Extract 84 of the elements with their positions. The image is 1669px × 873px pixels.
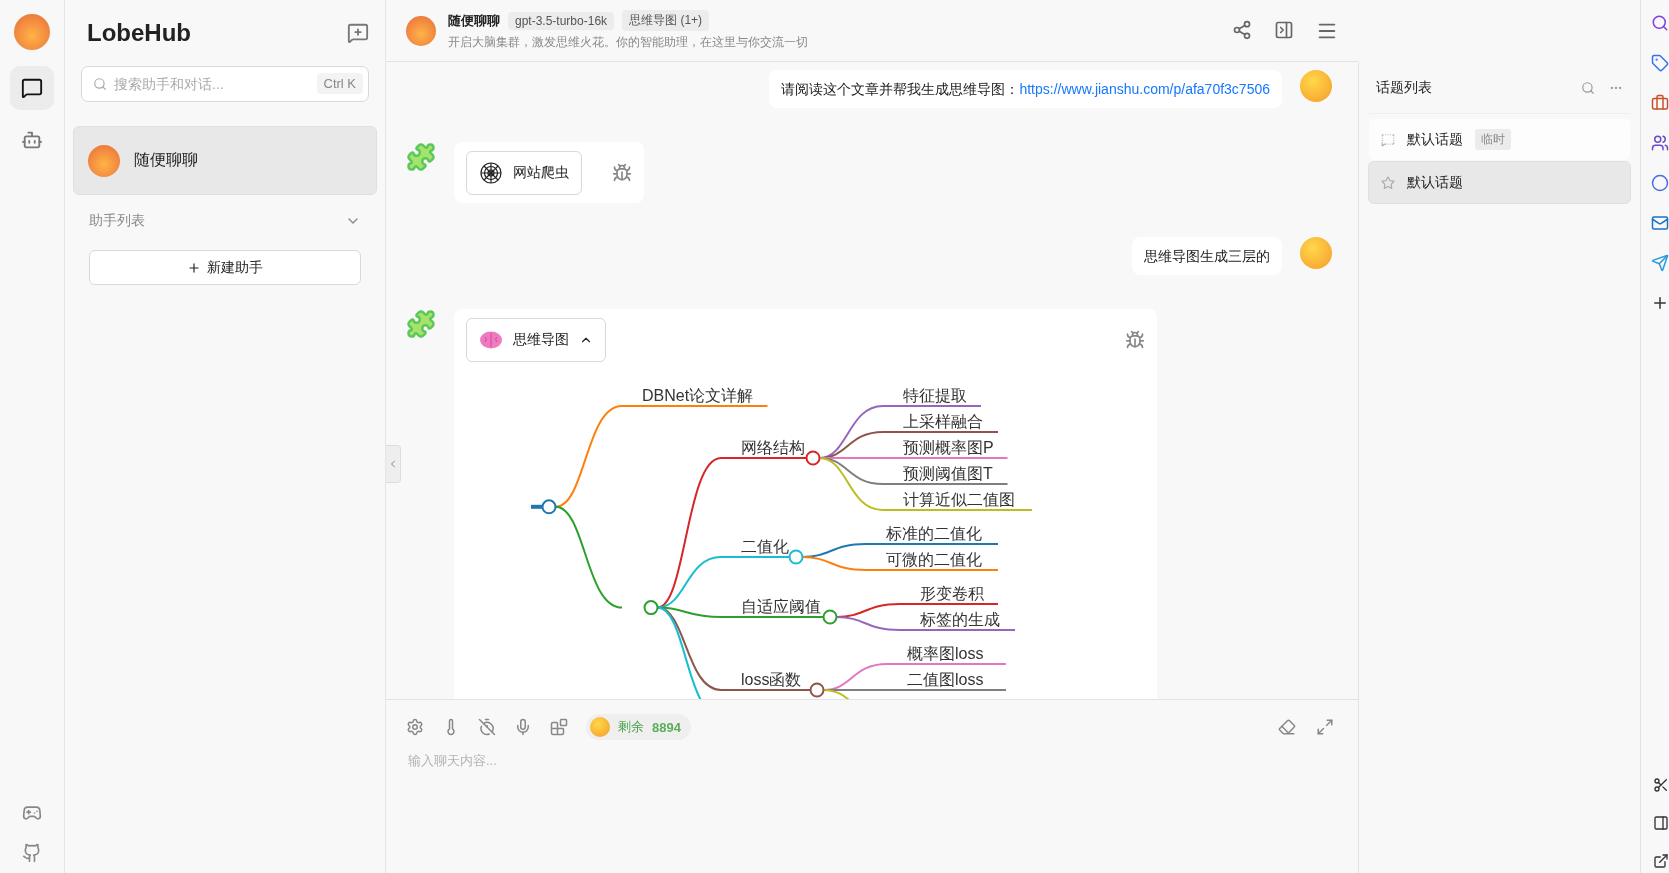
mindmap-node-label: 预测阈值图T	[903, 465, 993, 482]
chat-input[interactable]: 输入聊天内容...	[406, 752, 806, 769]
chat-icon	[21, 77, 43, 99]
brain-icon	[479, 330, 503, 350]
mindmap-node-label: 预测概率图P	[903, 439, 994, 456]
new-chat-icon[interactable]	[347, 22, 369, 44]
user-message: 思维导图生成三层的	[1132, 237, 1282, 275]
blocks-icon[interactable]	[550, 718, 568, 736]
user-message: 请阅读这个文章并帮我生成思维导图：https://www.jianshu.com/p/afa70f3c7506	[769, 70, 1282, 108]
plus-icon[interactable]	[1651, 294, 1669, 312]
scissors-icon[interactable]	[1653, 777, 1669, 793]
panel-toggle-icon[interactable]	[1274, 19, 1294, 40]
timer-off-icon[interactable]	[478, 718, 496, 736]
chat-bubble-icon	[1381, 132, 1395, 147]
plus-icon	[187, 260, 201, 275]
mindmap-node-label: 二值化	[741, 538, 789, 555]
assistant-avatar	[406, 15, 436, 46]
topic-item[interactable]: 默认话题	[1368, 161, 1631, 204]
mindmap-node-label: loss函数	[741, 671, 802, 688]
eraser-icon[interactable]	[1278, 718, 1296, 736]
star-icon	[1381, 175, 1395, 190]
share-icon[interactable]	[1232, 19, 1252, 40]
plugin-button[interactable]: 网站爬虫	[466, 151, 582, 195]
session-title: 随便聊聊	[134, 150, 198, 170]
plugin-button[interactable]: 思维导图	[466, 318, 606, 362]
mindmap-node-label: 二值图loss	[907, 671, 984, 688]
settings-icon[interactable]	[406, 718, 424, 736]
mindmap-node-label: 上采样融合	[903, 413, 983, 430]
circle-icon[interactable]	[1651, 174, 1669, 192]
microphone-icon[interactable]	[514, 718, 532, 736]
mindmap-node-label: 标签的生成	[920, 611, 1000, 628]
search-icon[interactable]	[1651, 14, 1669, 32]
mindmap-node-label: 特征提取	[903, 387, 967, 404]
search-icon[interactable]	[1581, 80, 1595, 95]
search-icon	[93, 77, 107, 91]
expand-icon[interactable]	[1316, 718, 1334, 736]
tag-icon[interactable]	[1651, 54, 1669, 72]
github-icon[interactable]	[22, 843, 42, 863]
token-label: 剩余	[618, 718, 644, 736]
user-avatar	[1300, 70, 1332, 102]
mindmap-node-label: 概率图loss	[907, 645, 984, 662]
collapse-handle[interactable]	[386, 445, 401, 483]
rail-tab[interactable]	[10, 66, 54, 110]
mindmap-node-label: 自适应阈值	[741, 598, 821, 615]
bug-icon[interactable]	[1125, 330, 1145, 350]
bot-icon	[21, 129, 43, 151]
new-assistant-button[interactable]: 新建助手	[89, 250, 361, 285]
mail-icon[interactable]	[1651, 214, 1669, 232]
session-avatar	[88, 144, 120, 177]
topic-item[interactable]: 默认话题 临时	[1368, 118, 1631, 161]
model-tag: gpt-3.5-turbo-16k	[508, 11, 615, 30]
app-avatar	[14, 14, 50, 50]
plugin-tag: 思维导图 (1+)	[622, 10, 710, 31]
briefcase-icon[interactable]	[1651, 94, 1669, 112]
mindmap-node-label: 计算近似二值图	[903, 491, 1015, 508]
sidebar-icon[interactable]	[1653, 815, 1669, 831]
mindmap-node-label: DBNet论文详解	[642, 387, 754, 404]
mindmap-node-label: 形变卷积	[920, 585, 984, 602]
people-icon[interactable]	[1651, 134, 1669, 152]
section-title: 助手列表	[89, 212, 145, 230]
topic-tag: 临时	[1475, 129, 1511, 150]
token-avatar	[590, 717, 610, 737]
mindmap-connector	[835, 616, 901, 631]
message-link[interactable]: https://www.jianshu.com/p/afa70f3c7506	[1019, 81, 1270, 97]
session-item[interactable]: 随便聊聊	[73, 126, 377, 195]
token-count: 8894	[652, 719, 681, 735]
topics-title: 话题列表	[1376, 78, 1432, 97]
spider-web-icon	[479, 161, 503, 185]
chat-title: 随便聊聊	[448, 11, 500, 30]
topic-title: 默认话题	[1407, 173, 1463, 192]
mindmap-node-label: 可微的二值化	[886, 551, 982, 568]
topic-title: 默认话题	[1407, 130, 1463, 149]
puzzle-icon	[406, 142, 436, 172]
puzzle-icon	[406, 309, 436, 339]
brand-title: LobeHub	[87, 19, 191, 47]
bug-icon[interactable]	[612, 163, 632, 183]
chat-description: 开启大脑集群，激发思维火花。你的智能助理，在这里与你交流一切	[448, 34, 808, 51]
external-link-icon[interactable]	[1653, 853, 1669, 869]
shortcut-key: Ctrl K	[316, 73, 363, 94]
mindmap-connector	[801, 556, 867, 571]
mindmap-node-label: 标准的二值化	[886, 525, 982, 542]
user-avatar	[1300, 237, 1332, 269]
mindmap-node-label: 网络结构	[741, 439, 805, 456]
send-icon[interactable]	[1651, 254, 1669, 272]
